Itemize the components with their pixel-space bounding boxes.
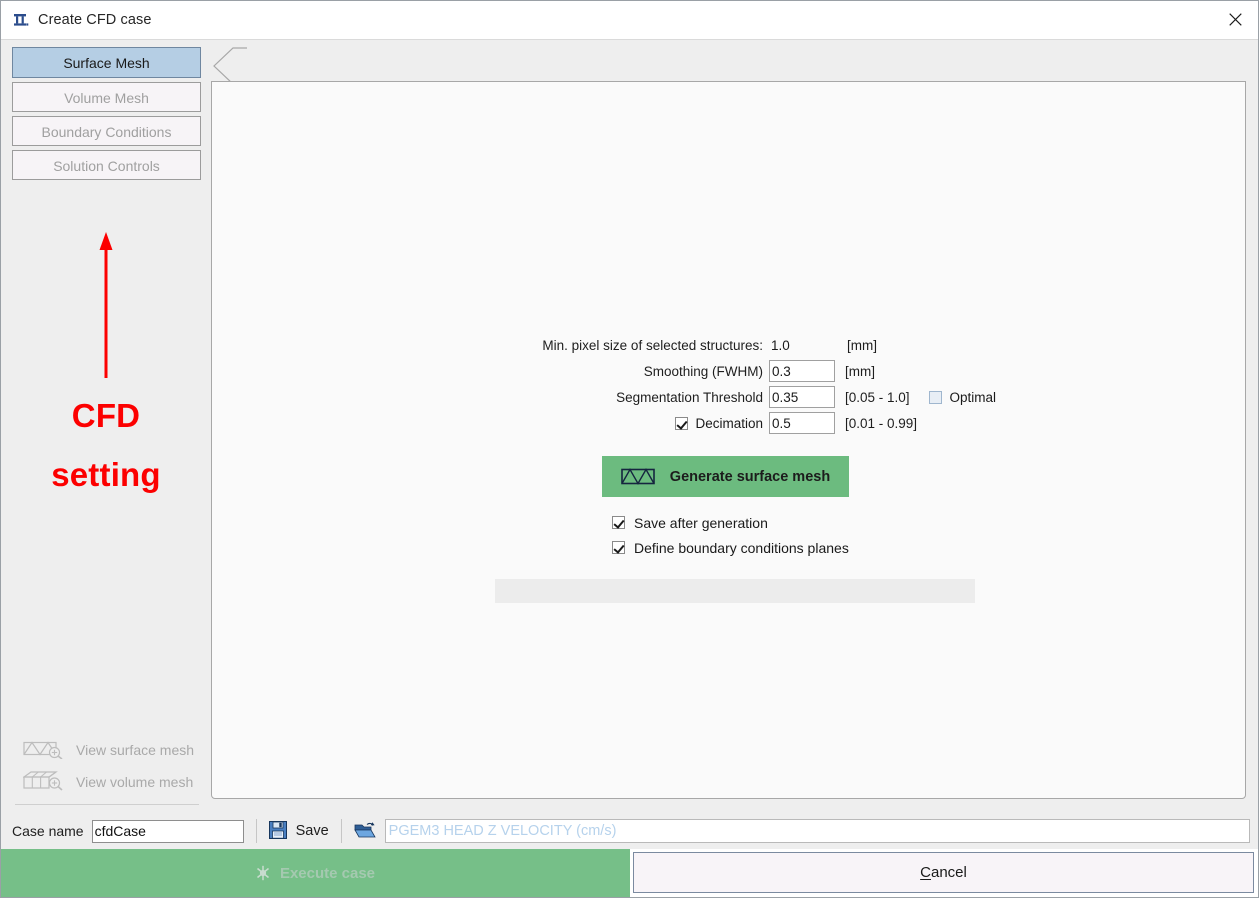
sidebar-divider — [15, 804, 199, 805]
mesh-table-icon — [13, 12, 29, 28]
save-button[interactable]: Save — [268, 820, 329, 842]
decimation-input[interactable] — [769, 412, 835, 434]
gear-icon — [256, 865, 270, 881]
generation-options: Save after generation Define boundary co… — [612, 510, 849, 560]
optimal-checkbox-wrap[interactable]: Optimal — [928, 389, 997, 405]
threshold-label: Segmentation Threshold — [616, 389, 763, 405]
close-icon — [1228, 13, 1242, 26]
surface-mesh-form: Min. pixel size of selected structures: … — [498, 333, 1018, 437]
save-after-generation-option[interactable]: Save after generation — [612, 510, 849, 535]
cfd-setting-annotation: CFD setting — [1, 230, 211, 498]
view-surface-mesh-label: View surface mesh — [76, 742, 195, 758]
optimal-label: Optimal — [949, 389, 997, 405]
main-content: Surface Mesh Volume Mesh Boundary Condit… — [1, 40, 1258, 813]
view-mesh-group: View surface mesh View volume mesh — [1, 734, 211, 805]
define-boundary-planes-option[interactable]: Define boundary conditions planes — [612, 535, 849, 560]
window-title: Create CFD case — [38, 12, 152, 28]
cancel-button[interactable]: Cancel — [633, 852, 1254, 893]
smoothing-units: [mm] — [845, 363, 875, 379]
threshold-input[interactable] — [769, 386, 835, 408]
view-volume-mesh-label: View volume mesh — [76, 774, 194, 790]
create-cfd-case-window: Create CFD case Surface Mesh Volume Mesh… — [0, 0, 1259, 898]
tab-label: Boundary Conditions — [41, 124, 172, 140]
title-bar: Create CFD case — [1, 1, 1258, 40]
min-pixel-size-value: 1.0 — [771, 337, 790, 353]
execute-case-label: Execute case — [279, 864, 376, 882]
smoothing-row: Smoothing (FWHM) [mm] — [498, 359, 1018, 383]
min-pixel-size-label: Min. pixel size of selected structures: — [542, 337, 763, 353]
execute-case-button[interactable]: Execute case — [1, 849, 630, 897]
sidebar-item-surface-mesh[interactable]: Surface Mesh — [12, 47, 201, 78]
smoothing-label: Smoothing (FWHM) — [643, 363, 763, 379]
volume-mesh-zoom-icon — [22, 770, 65, 795]
threshold-row: Segmentation Threshold [0.05 - 1.0] Opti… — [498, 385, 1018, 409]
tab-label: Surface Mesh — [63, 55, 150, 71]
data-path-input[interactable] — [384, 819, 1250, 843]
sidebar-item-solution-controls[interactable]: Solution Controls — [12, 150, 201, 180]
cancel-label-rest: ancel — [930, 864, 967, 881]
generate-surface-mesh-label: Generate surface mesh — [669, 468, 831, 485]
open-file-button[interactable] — [353, 821, 376, 842]
decimation-checkbox-wrap[interactable]: Decimation — [498, 416, 769, 431]
close-button[interactable] — [1212, 1, 1258, 38]
action-bar: Execute case Cancel — [1, 849, 1258, 897]
panel-area: Min. pixel size of selected structures: … — [211, 40, 1258, 813]
tab-label: Solution Controls — [53, 158, 160, 174]
tab-label: Volume Mesh — [64, 90, 149, 106]
generate-surface-mesh-button[interactable]: Generate surface mesh — [602, 456, 849, 497]
case-name-label: Case name — [12, 823, 84, 839]
define-boundary-planes-label: Define boundary conditions planes — [634, 539, 849, 556]
progress-bar — [495, 579, 975, 603]
min-pixel-size-units: [mm] — [847, 337, 877, 353]
save-after-generation-label: Save after generation — [634, 514, 768, 531]
define-boundary-planes-checkbox[interactable] — [612, 541, 625, 554]
smoothing-input[interactable] — [769, 360, 835, 382]
tab-connector — [211, 47, 247, 82]
case-name-input[interactable] — [91, 819, 244, 843]
sidebar-item-volume-mesh[interactable]: Volume Mesh — [12, 82, 201, 112]
sidebar: Surface Mesh Volume Mesh Boundary Condit… — [1, 40, 211, 813]
surface-mesh-panel: Min. pixel size of selected structures: … — [211, 81, 1246, 799]
optimal-checkbox[interactable] — [928, 390, 942, 404]
threshold-range: [0.05 - 1.0] — [845, 389, 910, 405]
annotation-line-1: CFD — [71, 397, 141, 434]
open-folder-icon — [353, 821, 376, 842]
decimation-range: [0.01 - 0.99] — [845, 415, 918, 431]
view-volume-mesh-button[interactable]: View volume mesh — [1, 766, 211, 798]
min-pixel-size-row: Min. pixel size of selected structures: … — [498, 333, 1018, 357]
cancel-label: Cancel — [920, 864, 967, 881]
decimation-checkbox[interactable] — [675, 416, 689, 430]
view-surface-mesh-button[interactable]: View surface mesh — [1, 734, 211, 766]
up-arrow-icon — [1, 230, 211, 380]
divider — [255, 819, 257, 843]
cancel-accelerator: C — [920, 864, 931, 881]
surface-mesh-icon — [620, 468, 655, 485]
divider — [340, 819, 342, 843]
surface-mesh-zoom-icon — [23, 739, 65, 762]
sidebar-item-boundary-conditions[interactable]: Boundary Conditions — [12, 116, 201, 146]
decimation-label: Decimation — [695, 415, 763, 431]
save-label: Save — [295, 823, 329, 839]
save-after-generation-checkbox[interactable] — [612, 516, 625, 529]
case-bar: Case name Save — [1, 813, 1258, 849]
floppy-save-icon — [268, 820, 287, 842]
decimation-row: Decimation [0.01 - 0.99] — [498, 411, 1018, 435]
annotation-line-2: setting — [51, 456, 161, 493]
